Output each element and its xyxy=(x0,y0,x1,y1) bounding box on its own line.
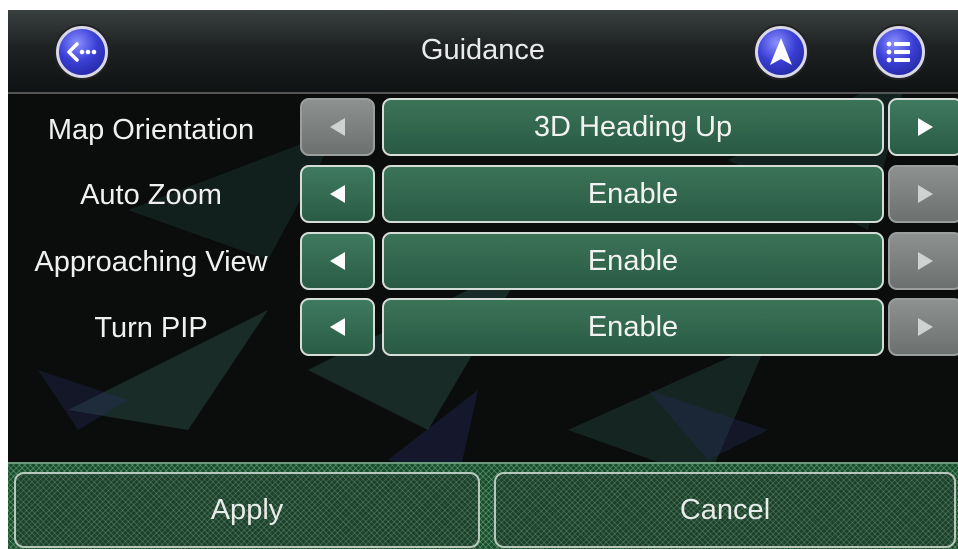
turn-pip-value[interactable]: Enable xyxy=(382,298,884,356)
approaching-view-label: Approaching View xyxy=(34,246,268,278)
guidance-screen: Guidance Map Orientation 3D Heading Up A… xyxy=(8,10,958,549)
approaching-view-value[interactable]: Enable xyxy=(382,232,884,290)
turn-pip-prev-button[interactable] xyxy=(300,298,375,356)
map-orientation-next-button[interactable] xyxy=(888,98,958,156)
cancel-button[interactable]: Cancel xyxy=(494,472,956,548)
map-orientation-label: Map Orientation xyxy=(47,114,255,146)
right-arrow-icon xyxy=(918,252,933,270)
right-arrow-icon xyxy=(918,118,933,136)
left-arrow-icon xyxy=(330,118,345,136)
turn-pip-label: Turn PIP xyxy=(94,312,208,344)
list-menu-icon xyxy=(886,41,910,63)
turn-pip-next-button[interactable] xyxy=(888,298,958,356)
left-arrow-icon xyxy=(330,185,345,203)
approaching-view-prev-button[interactable] xyxy=(300,232,375,290)
left-arrow-icon xyxy=(330,318,345,336)
menu-button[interactable] xyxy=(873,26,925,78)
right-arrow-icon xyxy=(918,318,933,336)
back-button[interactable] xyxy=(56,26,108,78)
action-bar: Apply Cancel xyxy=(8,462,958,549)
page-title: Guidance xyxy=(420,34,546,66)
back-ellipsis-icon xyxy=(67,42,97,62)
left-arrow-icon xyxy=(330,252,345,270)
approaching-view-next-button[interactable] xyxy=(888,232,958,290)
apply-button[interactable]: Apply xyxy=(14,472,480,548)
auto-zoom-prev-button[interactable] xyxy=(300,165,375,223)
right-arrow-icon xyxy=(918,185,933,203)
map-orientation-value[interactable]: 3D Heading Up xyxy=(382,98,884,156)
map-orientation-prev-button[interactable] xyxy=(300,98,375,156)
auto-zoom-value[interactable]: Enable xyxy=(382,165,884,223)
navigation-arrow-icon xyxy=(770,38,792,65)
navigate-button[interactable] xyxy=(755,26,807,78)
title-bar: Guidance xyxy=(8,10,958,94)
auto-zoom-label: Auto Zoom xyxy=(80,179,222,211)
auto-zoom-next-button[interactable] xyxy=(888,165,958,223)
